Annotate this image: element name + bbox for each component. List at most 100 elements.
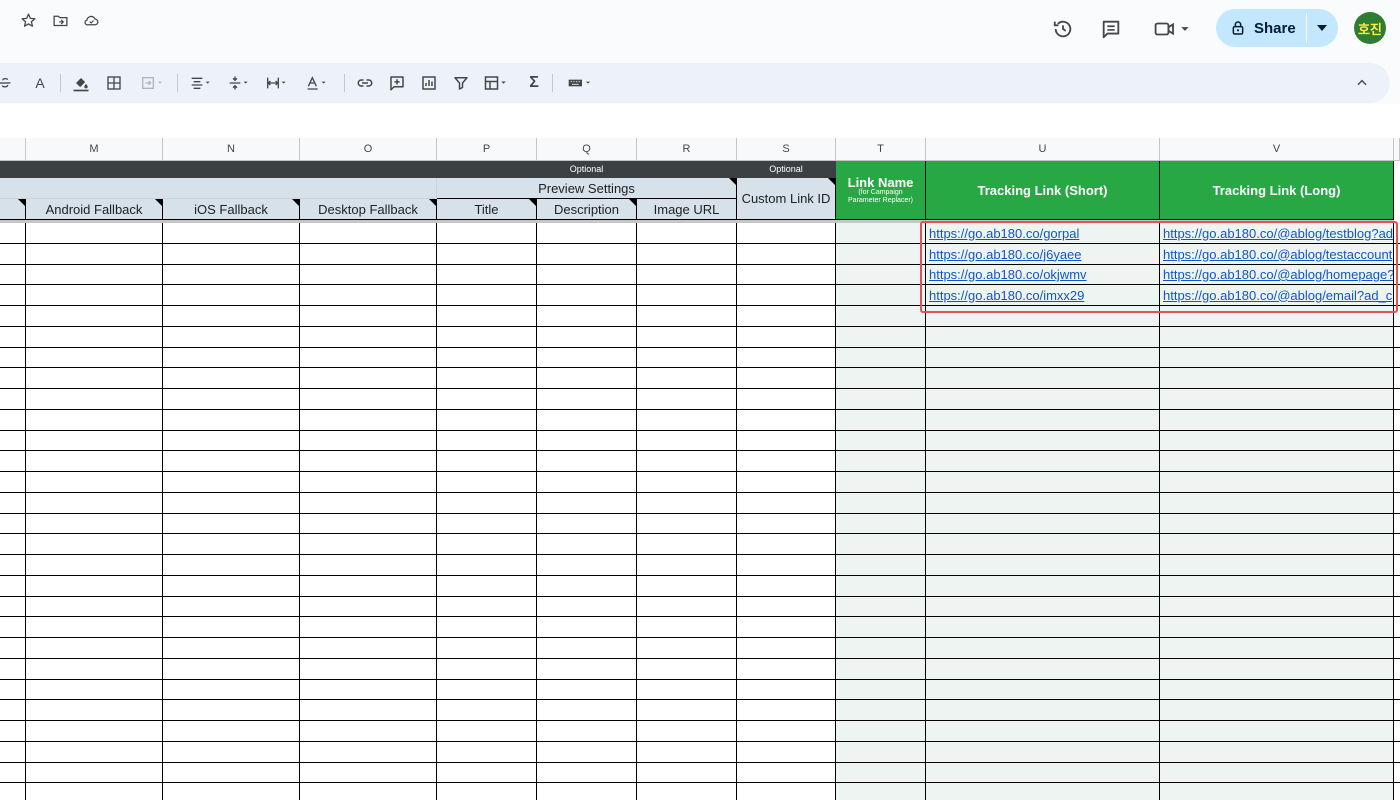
grid-cell[interactable] bbox=[163, 576, 300, 597]
grid-cell[interactable] bbox=[300, 576, 437, 597]
grid-cell[interactable] bbox=[163, 368, 300, 389]
grid-cell[interactable] bbox=[26, 659, 163, 680]
grid-cell[interactable] bbox=[836, 244, 926, 265]
grid-cell[interactable] bbox=[737, 763, 836, 783]
grid-cell[interactable] bbox=[437, 763, 537, 783]
grid-cell[interactable] bbox=[0, 721, 26, 742]
grid-cell[interactable] bbox=[26, 327, 163, 348]
tracking-link-long[interactable]: https://go.ab180.co/@ablog/testaccount bbox=[1160, 244, 1394, 265]
grid-cell[interactable] bbox=[1160, 306, 1394, 327]
grid-cell[interactable] bbox=[926, 783, 1160, 800]
grid-cell[interactable] bbox=[26, 223, 163, 244]
grid-cell[interactable] bbox=[163, 638, 300, 659]
grid-cell[interactable] bbox=[26, 410, 163, 431]
grid-cell[interactable] bbox=[926, 680, 1160, 700]
custom-link-id-header[interactable]: Custom Link ID bbox=[737, 178, 836, 220]
grid-cell[interactable] bbox=[300, 763, 437, 783]
desktop-fallback-header[interactable]: Desktop Fallback bbox=[300, 199, 437, 220]
grid-cell[interactable] bbox=[637, 576, 737, 597]
header-band-cell[interactable] bbox=[0, 161, 437, 178]
link-name-header[interactable]: Link Name (for Campaign Parameter Replac… bbox=[836, 161, 926, 220]
grid-cell[interactable] bbox=[836, 638, 926, 659]
grid-cell[interactable] bbox=[0, 223, 26, 244]
grid-cell[interactable] bbox=[926, 555, 1160, 576]
grid-cell[interactable] bbox=[737, 493, 836, 514]
fill-color-icon[interactable] bbox=[68, 63, 94, 103]
grid-cell[interactable] bbox=[1394, 389, 1400, 410]
column-header-R[interactable]: R bbox=[637, 138, 737, 161]
text-wrapping-icon[interactable] bbox=[260, 63, 294, 103]
grid-cell[interactable] bbox=[437, 783, 537, 800]
grid-cell[interactable] bbox=[0, 410, 26, 431]
grid-cell[interactable] bbox=[637, 680, 737, 700]
grid-cell[interactable] bbox=[163, 285, 300, 306]
grid-cell[interactable] bbox=[926, 534, 1160, 555]
grid-cell[interactable] bbox=[437, 472, 537, 493]
grid-cell[interactable] bbox=[163, 783, 300, 800]
grid-cell[interactable] bbox=[26, 597, 163, 617]
grid-cell[interactable] bbox=[26, 638, 163, 659]
grid-cell[interactable] bbox=[1160, 410, 1394, 431]
grid-cell[interactable] bbox=[437, 514, 537, 534]
grid-cell[interactable] bbox=[1394, 534, 1400, 555]
grid-cell[interactable] bbox=[637, 389, 737, 410]
grid-cell[interactable] bbox=[926, 576, 1160, 597]
grid-cell[interactable] bbox=[1394, 576, 1400, 597]
grid-cell[interactable] bbox=[737, 472, 836, 493]
grid-cell[interactable] bbox=[926, 700, 1160, 721]
grid-cell[interactable] bbox=[836, 680, 926, 700]
grid-cell[interactable] bbox=[1394, 555, 1400, 576]
grid-cell[interactable] bbox=[437, 493, 537, 514]
grid-cell[interactable] bbox=[300, 389, 437, 410]
grid-cell[interactable] bbox=[836, 721, 926, 742]
grid-cell[interactable] bbox=[1160, 783, 1394, 800]
grid-cell[interactable] bbox=[26, 244, 163, 265]
grid-cell[interactable] bbox=[737, 742, 836, 763]
grid-cell[interactable] bbox=[0, 368, 26, 389]
grid-cell[interactable] bbox=[737, 451, 836, 472]
grid-cell[interactable] bbox=[26, 389, 163, 410]
filter-views-icon[interactable] bbox=[478, 63, 514, 103]
grid-cell[interactable] bbox=[737, 244, 836, 265]
grid-cell[interactable] bbox=[737, 514, 836, 534]
grid-cell[interactable] bbox=[163, 265, 300, 285]
grid-cell[interactable] bbox=[1160, 763, 1394, 783]
grid-cell[interactable] bbox=[537, 742, 637, 763]
grid-cell[interactable] bbox=[537, 721, 637, 742]
grid-cell[interactable] bbox=[437, 348, 537, 368]
grid-cell[interactable] bbox=[300, 306, 437, 327]
grid-cell[interactable] bbox=[1160, 617, 1394, 638]
grid-cell[interactable] bbox=[537, 597, 637, 617]
grid-cell[interactable] bbox=[537, 576, 637, 597]
grid-cell[interactable] bbox=[537, 348, 637, 368]
grid-cell[interactable] bbox=[836, 514, 926, 534]
grid-cell[interactable] bbox=[300, 617, 437, 638]
grid-cell[interactable] bbox=[26, 783, 163, 800]
grid-cell[interactable] bbox=[300, 555, 437, 576]
grid-cell[interactable] bbox=[637, 348, 737, 368]
grid-cell[interactable] bbox=[300, 431, 437, 451]
column-header[interactable] bbox=[0, 138, 26, 161]
grid-cell[interactable] bbox=[300, 368, 437, 389]
grid-cell[interactable] bbox=[26, 348, 163, 368]
grid-cell[interactable] bbox=[1394, 368, 1400, 389]
android-fallback-header[interactable]: Android Fallback bbox=[26, 199, 163, 220]
grid-cell[interactable] bbox=[637, 431, 737, 451]
grid-cell[interactable] bbox=[836, 368, 926, 389]
grid-cell[interactable] bbox=[1160, 514, 1394, 534]
column-header-U[interactable]: U bbox=[926, 138, 1160, 161]
grid-cell[interactable] bbox=[737, 265, 836, 285]
grid-cell[interactable] bbox=[737, 555, 836, 576]
grid-cell[interactable] bbox=[737, 721, 836, 742]
grid-cell[interactable] bbox=[1160, 680, 1394, 700]
grid-cell[interactable] bbox=[163, 721, 300, 742]
grid-cell[interactable] bbox=[437, 742, 537, 763]
grid-cell[interactable] bbox=[537, 680, 637, 700]
grid-cell[interactable] bbox=[0, 783, 26, 800]
grid-cell[interactable] bbox=[437, 659, 537, 680]
grid-cell[interactable] bbox=[926, 472, 1160, 493]
meet-video-icon[interactable] bbox=[1150, 16, 1196, 42]
text-color-button[interactable]: A bbox=[30, 63, 50, 103]
grid-cell[interactable] bbox=[163, 680, 300, 700]
column-header[interactable] bbox=[1394, 138, 1400, 161]
